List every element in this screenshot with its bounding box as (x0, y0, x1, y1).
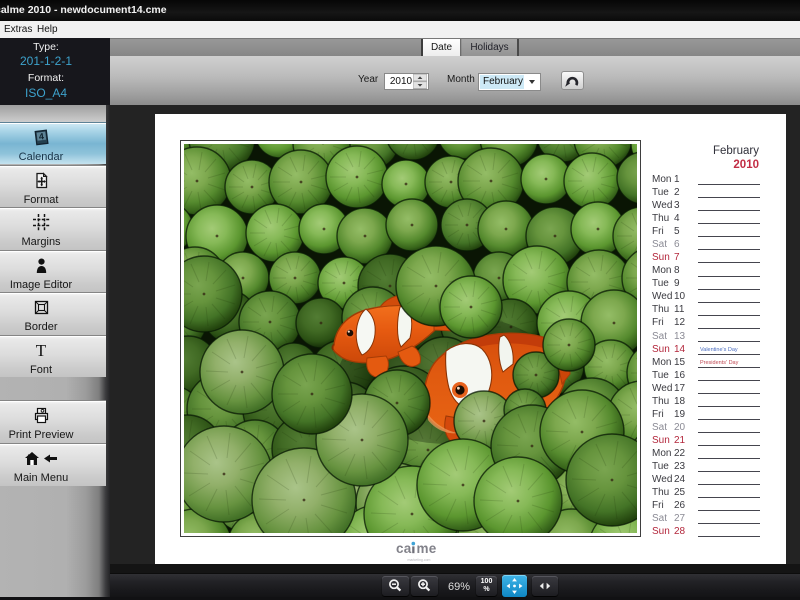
svg-text:me: me (417, 541, 437, 556)
svg-text:ca: ca (396, 541, 412, 556)
